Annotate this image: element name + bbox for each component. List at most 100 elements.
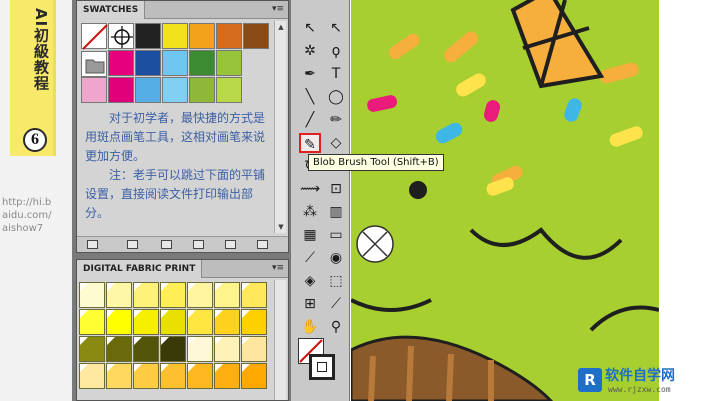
blend-tool-icon[interactable]: ◉ (325, 248, 347, 268)
fabric-swatch-cell[interactable] (241, 336, 267, 362)
sprinkle (367, 95, 398, 112)
fabric-swatch-cell[interactable] (214, 336, 240, 362)
fabric-swatch-cell[interactable] (133, 309, 159, 335)
pen-tool-icon[interactable]: ✒ (299, 64, 321, 84)
fabric-swatch-cell[interactable] (160, 363, 186, 389)
frosting-line (351, 298, 432, 312)
eraser-tool-icon[interactable]: ◇ (325, 133, 347, 153)
blob-brush-tool-icon[interactable]: ✎ (299, 133, 321, 153)
type-tool-icon[interactable]: T (325, 64, 347, 84)
fabric-swatch-cell[interactable] (214, 282, 240, 308)
tab-digital-fabric-print[interactable]: DIGITAL FABRIC PRINT (77, 260, 203, 278)
live-paint-bucket-tool-icon[interactable]: ◈ (299, 271, 321, 291)
ellipse-tool-icon[interactable]: ◯ (325, 87, 347, 107)
swatches-scrollbar[interactable]: ▲ ▼ (274, 21, 286, 233)
stroke-color-swatch[interactable] (309, 354, 335, 380)
fabric-swatch-cell[interactable] (160, 282, 186, 308)
swatch-cell[interactable] (108, 50, 134, 76)
zoom-tool-icon[interactable]: ⚲ (325, 317, 347, 337)
direct-selection-tool-icon[interactable]: ↖ (325, 18, 347, 38)
fabric-swatch-cell[interactable] (79, 309, 105, 335)
delete-swatch-icon[interactable] (257, 240, 268, 249)
swatch-cell[interactable] (189, 50, 215, 76)
live-paint-selection-tool-icon[interactable]: ⬚ (325, 271, 347, 291)
magic-wand-tool-icon[interactable]: ✲ (299, 41, 321, 61)
swatch-corner-mark (80, 337, 88, 345)
swatch-cell[interactable] (81, 77, 107, 103)
fabric-swatch-cell[interactable] (133, 282, 159, 308)
swatch-group-folder-icon[interactable] (81, 51, 107, 77)
swatch-cell[interactable] (135, 23, 161, 49)
hand-tool-icon[interactable]: ✋ (299, 317, 321, 337)
panel-menu-icon[interactable]: ▾≡ (272, 263, 284, 273)
swatch-cell[interactable] (243, 23, 269, 49)
swatch-cell[interactable] (108, 77, 134, 103)
swatch-corner-mark (242, 310, 250, 318)
column-graph-tool-icon[interactable]: ▥ (325, 202, 347, 222)
show-kinds-icon[interactable] (127, 240, 138, 249)
lasso-tool-icon[interactable]: ϙ (325, 41, 347, 61)
mesh-tool-icon[interactable]: ▦ (299, 225, 321, 245)
swatch-cell[interactable] (189, 23, 215, 49)
swatch-cell[interactable] (135, 50, 161, 76)
fabric-swatch-cell[interactable] (241, 309, 267, 335)
swatch-cell[interactable] (189, 77, 215, 103)
swatch-cell[interactable] (162, 77, 188, 103)
fabric-swatch-cell[interactable] (187, 282, 213, 308)
swatch-options-icon[interactable] (161, 240, 172, 249)
selection-tool-icon[interactable]: ↖ (299, 18, 321, 38)
new-swatch-icon[interactable] (225, 240, 236, 249)
fabric-swatch-cell[interactable] (187, 363, 213, 389)
fabric-swatch-cell[interactable] (133, 363, 159, 389)
fabric-swatch-cell[interactable] (79, 363, 105, 389)
paintbrush-tool-icon[interactable]: ╱ (299, 110, 321, 130)
slice-tool-icon[interactable]: ⟋ (325, 294, 347, 314)
swatch-cell[interactable] (216, 50, 242, 76)
width-tool-icon[interactable]: ⟿ (299, 179, 321, 199)
fabric-swatch-cell[interactable] (241, 363, 267, 389)
swatch-corner-mark (242, 364, 250, 372)
eyedropper-tool-icon[interactable]: ⟋ (299, 248, 321, 268)
fabric-swatch-cell[interactable] (241, 282, 267, 308)
fabric-swatch-cell[interactable] (79, 336, 105, 362)
fabric-swatch-cell[interactable] (106, 336, 132, 362)
sprinkle (456, 73, 486, 97)
artboard-tool-icon[interactable]: ⊞ (299, 294, 321, 314)
swatch-registration[interactable] (108, 23, 134, 49)
fabric-swatch-cell[interactable] (106, 309, 132, 335)
new-color-group-icon[interactable] (193, 240, 204, 249)
swatch-libraries-icon[interactable] (87, 240, 98, 249)
fabric-swatch-cell[interactable] (160, 336, 186, 362)
scroll-up-icon[interactable]: ▲ (276, 22, 286, 32)
swatch-none[interactable] (81, 23, 108, 50)
swatch-cell[interactable] (216, 23, 242, 49)
screenshot-stage: AI初級教程 6 http://hi.b aidu.com/ aishow7 S… (0, 0, 701, 401)
fabric-swatch-cell[interactable] (160, 309, 186, 335)
swatch-cell[interactable] (162, 23, 188, 49)
panel-menu-icon[interactable]: ▾≡ (272, 4, 284, 14)
swatch-cell[interactable] (216, 77, 242, 103)
symbol-sprayer-tool-icon[interactable]: ⁂ (299, 202, 321, 222)
fabric-swatch-cell[interactable] (106, 282, 132, 308)
gradient-tool-icon[interactable]: ▭ (325, 225, 347, 245)
fabric-swatch-cell[interactable] (133, 336, 159, 362)
tab-swatches[interactable]: SWATCHES (77, 1, 146, 19)
fabric-scrollbar[interactable] (274, 280, 286, 400)
swatch-corner-mark (215, 283, 223, 291)
free-transform-tool-icon[interactable]: ⊡ (325, 179, 347, 199)
swatch-cell[interactable] (162, 50, 188, 76)
scroll-down-icon[interactable]: ▼ (276, 222, 286, 232)
fabric-swatch-cell[interactable] (214, 309, 240, 335)
fabric-swatch-cell[interactable] (187, 336, 213, 362)
tooltip: Blob Brush Tool (Shift+B) (308, 154, 444, 171)
swatch-cell[interactable] (135, 77, 161, 103)
fabric-swatch-cell[interactable] (106, 363, 132, 389)
artwork-canvas[interactable] (351, 0, 659, 401)
fabric-swatch-cell[interactable] (187, 309, 213, 335)
line-tool-icon[interactable]: ╲ (299, 87, 321, 107)
swatch-corner-mark (134, 337, 142, 345)
pencil-tool-icon[interactable]: ✏ (325, 110, 347, 130)
fabric-swatch-cell[interactable] (79, 282, 105, 308)
site-logo: R 软件自学网 www.rjzxw.com (578, 368, 696, 396)
fabric-swatch-cell[interactable] (214, 363, 240, 389)
